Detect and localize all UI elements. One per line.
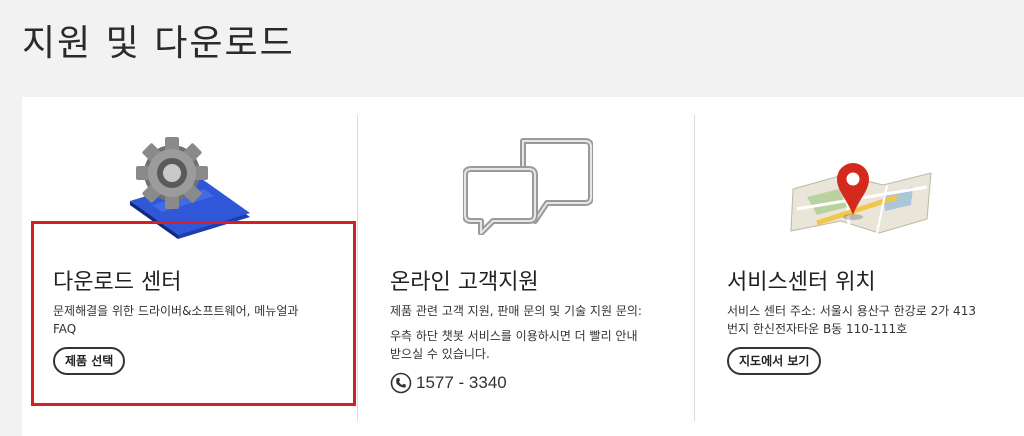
online-support-desc: 제품 관련 고객 지원, 판매 문의 및 기술 지원 문의: 우측 하단 챗봇 … [390,302,690,363]
chat-bubbles-icon [463,138,593,235]
download-center-card: 다운로드 센터 문제해결을 위한 드라이버&소프트웨어, 메뉴얼과 FAQ 제품… [22,97,358,436]
map-pin-icon [790,163,932,234]
phone-icon [390,372,412,394]
online-support-desc-line: 제품 관련 고객 지원, 판매 문의 및 기술 지원 문의: [390,304,642,318]
phone-number: 1577 - 3340 [416,373,507,392]
online-support-desc-line: 받으실 수 있습니다. [390,347,490,361]
view-map-button[interactable]: 지도에서 보기 [727,347,822,375]
service-center-title: 서비스센터 위치 [727,270,876,295]
online-support-title: 온라인 고객지원 [390,270,539,295]
support-panel: 다운로드 센터 문제해결을 위한 드라이버&소프트웨어, 메뉴얼과 FAQ 제품… [22,97,1024,436]
service-center-address-line: 번지 한신전자타운 B동 110-111호 [727,322,908,336]
download-center-title: 다운로드 센터 [53,270,182,295]
manual-gear-icon [130,137,250,239]
online-support-desc-line: 우측 하단 챗봇 서비스를 이용하시면 더 빨리 안내 [390,329,638,343]
page-title: 지원 및 다운로드 [22,23,295,64]
download-center-desc: 문제해결을 위한 드라이버&소프트웨어, 메뉴얼과 FAQ [53,302,343,338]
phone-number-row[interactable]: 1577 - 3340 [390,372,507,394]
service-center-address-line: 서비스 센터 주소: 서울시 용산구 한강로 2가 413 [727,304,976,318]
online-support-card: 온라인 고객지원 제품 관련 고객 지원, 판매 문의 및 기술 지원 문의: … [358,97,694,436]
service-center-card: 서비스센터 위치 서비스 센터 주소: 서울시 용산구 한강로 2가 413 번… [695,97,1024,436]
service-center-address: 서비스 센터 주소: 서울시 용산구 한강로 2가 413 번지 한신전자타운 … [727,302,1017,338]
select-product-button[interactable]: 제품 선택 [53,347,126,375]
download-center-desc-line: FAQ [53,322,77,336]
download-center-desc-line: 문제해결을 위한 드라이버&소프트웨어, 메뉴얼과 [53,304,299,318]
